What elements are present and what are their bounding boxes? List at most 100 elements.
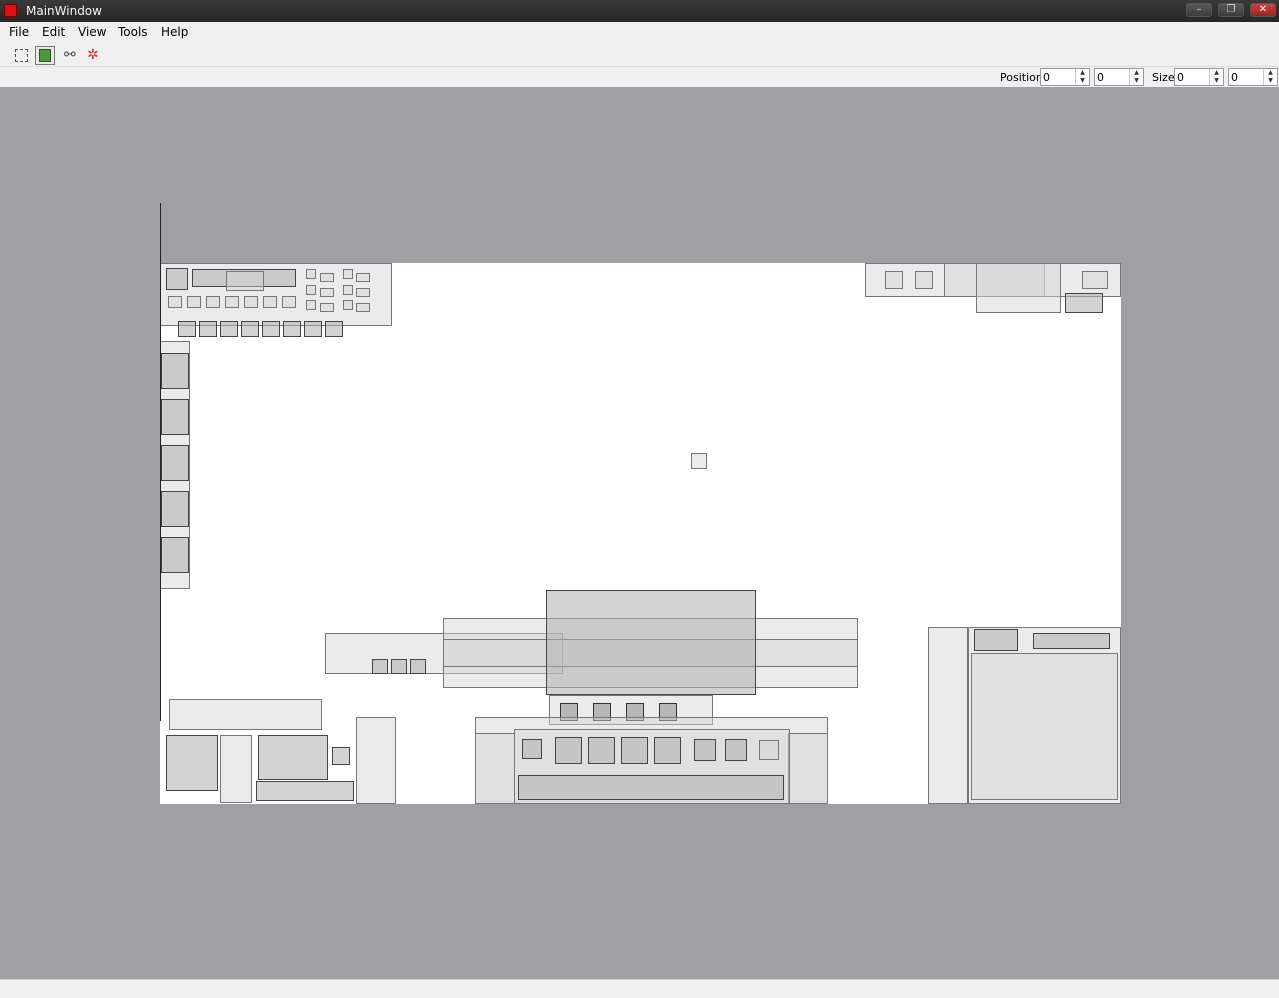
position-y-input[interactable]	[1097, 70, 1127, 84]
component[interactable]	[161, 491, 189, 527]
component[interactable]	[187, 296, 201, 308]
component[interactable]	[915, 271, 933, 289]
menu-view[interactable]: View	[78, 25, 106, 39]
component[interactable]	[199, 321, 217, 337]
minimize-button[interactable]: –	[1186, 3, 1212, 17]
close-button[interactable]: ✕	[1250, 3, 1276, 17]
design-canvas[interactable]	[0, 87, 1279, 979]
position-label: Position	[1000, 71, 1043, 84]
component[interactable]	[256, 781, 354, 801]
component[interactable]	[654, 737, 681, 764]
component[interactable]	[244, 296, 258, 308]
component-block[interactable]	[971, 653, 1118, 800]
component[interactable]	[161, 353, 189, 389]
component[interactable]	[166, 268, 188, 290]
size-h-arrows[interactable]: ▲ ▼	[1263, 69, 1277, 85]
component[interactable]	[475, 733, 515, 804]
menu-tools[interactable]: Tools	[118, 25, 148, 39]
title-bar: MainWindow – ❐ ✕	[0, 0, 1279, 22]
component[interactable]	[206, 296, 220, 308]
component[interactable]	[588, 737, 615, 764]
unlink-icon[interactable]: ✲	[87, 46, 105, 64]
window-title: MainWindow	[26, 4, 102, 18]
size-h-input[interactable]	[1231, 70, 1261, 84]
component[interactable]	[522, 739, 542, 759]
component[interactable]	[974, 629, 1018, 651]
component[interactable]	[343, 285, 353, 295]
component[interactable]	[555, 737, 582, 764]
component[interactable]	[885, 271, 903, 289]
component[interactable]	[168, 296, 182, 308]
status-bar	[0, 979, 1279, 998]
component-block[interactable]	[169, 699, 322, 730]
component[interactable]	[306, 269, 316, 279]
component[interactable]	[356, 273, 370, 282]
size-h-spinbox[interactable]: ▲▼	[1228, 68, 1278, 86]
size-w-arrows[interactable]: ▲ ▼	[1209, 69, 1223, 85]
component[interactable]	[343, 269, 353, 279]
menu-help[interactable]: Help	[161, 25, 188, 39]
component[interactable]	[226, 271, 264, 291]
component[interactable]	[306, 285, 316, 295]
component[interactable]	[372, 659, 388, 674]
app-icon	[4, 4, 17, 17]
component[interactable]	[306, 300, 316, 310]
position-y-arrows[interactable]: ▲ ▼	[1129, 69, 1143, 85]
menu-file[interactable]: File	[9, 25, 29, 39]
property-bar: Position ▲▼ ▲▼ Size ▲▼ ▲▼	[0, 67, 1279, 87]
component[interactable]	[161, 445, 189, 481]
component[interactable]	[166, 735, 218, 791]
size-w-input[interactable]	[1177, 70, 1207, 84]
restore-button[interactable]: ❐	[1218, 3, 1244, 17]
menu-edit[interactable]: Edit	[42, 25, 65, 39]
component[interactable]	[332, 747, 350, 765]
component[interactable]	[320, 273, 334, 282]
board[interactable]	[160, 263, 1121, 804]
connector-strip[interactable]	[518, 775, 784, 800]
component[interactable]	[220, 321, 238, 337]
link-icon[interactable]: ⚯	[64, 46, 82, 64]
toolbar: ⚯ ✲	[0, 42, 1279, 67]
component[interactable]	[725, 739, 747, 761]
component[interactable]	[788, 733, 828, 804]
component[interactable]	[225, 296, 239, 308]
component[interactable]	[241, 321, 259, 337]
component-icon[interactable]	[35, 46, 55, 65]
component[interactable]	[325, 321, 343, 337]
component[interactable]	[263, 296, 277, 308]
select-rectangle-icon[interactable]	[12, 46, 30, 64]
component[interactable]	[304, 321, 322, 337]
component[interactable]	[161, 537, 189, 573]
component[interactable]	[283, 321, 301, 337]
component[interactable]	[694, 739, 716, 761]
component[interactable]	[282, 296, 296, 308]
component[interactable]	[391, 659, 407, 674]
component[interactable]	[262, 321, 280, 337]
component-block[interactable]	[356, 717, 396, 804]
component[interactable]	[1082, 271, 1108, 289]
component-block[interactable]	[976, 263, 1061, 313]
component[interactable]	[161, 399, 189, 435]
component[interactable]	[1033, 633, 1110, 649]
component[interactable]	[343, 300, 353, 310]
component[interactable]	[410, 659, 426, 674]
component-grid[interactable]	[546, 590, 756, 695]
component[interactable]	[258, 735, 328, 780]
size-label: Size	[1152, 71, 1175, 84]
component-block[interactable]	[928, 627, 968, 804]
component[interactable]	[1065, 293, 1103, 313]
component[interactable]	[356, 303, 370, 312]
component[interactable]	[356, 288, 370, 297]
position-x-spinbox[interactable]: ▲▼	[1040, 68, 1090, 86]
position-x-arrows[interactable]: ▲ ▼	[1075, 69, 1089, 85]
size-w-spinbox[interactable]: ▲▼	[1174, 68, 1224, 86]
component[interactable]	[759, 740, 779, 760]
component[interactable]	[178, 321, 196, 337]
component[interactable]	[220, 735, 252, 803]
component[interactable]	[691, 453, 707, 469]
component[interactable]	[320, 303, 334, 312]
position-x-input[interactable]	[1043, 70, 1073, 84]
component[interactable]	[621, 737, 648, 764]
component[interactable]	[320, 288, 334, 297]
position-y-spinbox[interactable]: ▲▼	[1094, 68, 1144, 86]
